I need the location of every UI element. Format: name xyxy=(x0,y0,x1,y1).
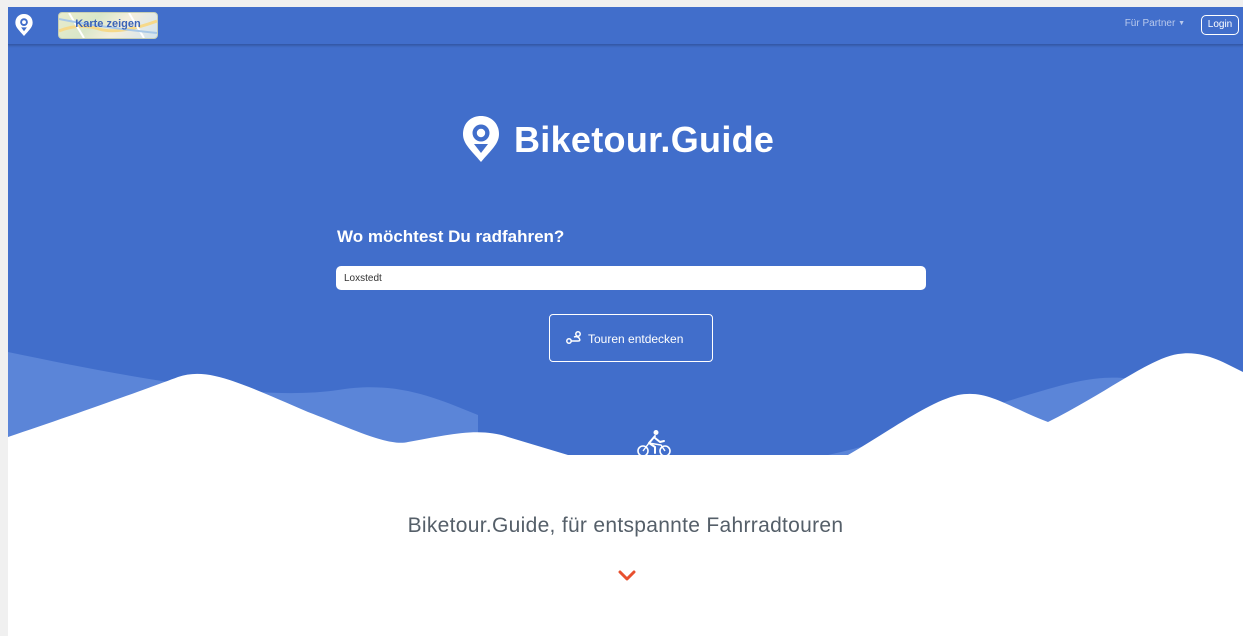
page: Karte zeigen Für Partner ▼ Login Biketou… xyxy=(8,7,1243,636)
hero-section: Karte zeigen Für Partner ▼ Login Biketou… xyxy=(8,7,1243,455)
map-pin-logo-icon[interactable] xyxy=(13,13,35,37)
browser-left-strip xyxy=(0,0,8,636)
partner-menu[interactable]: Für Partner ▼ xyxy=(1125,18,1185,29)
show-map-button[interactable]: Karte zeigen xyxy=(58,12,158,39)
cyclist-icon xyxy=(637,430,671,455)
tagline: Biketour.Guide, für entspannte Fahrradto… xyxy=(407,514,844,537)
caret-down-icon: ▼ xyxy=(1178,20,1185,27)
browser-top-strip xyxy=(0,0,1243,7)
login-button[interactable]: Login xyxy=(1201,15,1239,35)
navbar: Karte zeigen Für Partner ▼ Login xyxy=(8,7,1243,45)
chevron-down-icon[interactable] xyxy=(617,569,637,583)
mountain-illustration xyxy=(8,352,1243,455)
partner-menu-label: Für Partner xyxy=(1124,18,1176,29)
show-map-label: Karte zeigen xyxy=(75,18,141,30)
